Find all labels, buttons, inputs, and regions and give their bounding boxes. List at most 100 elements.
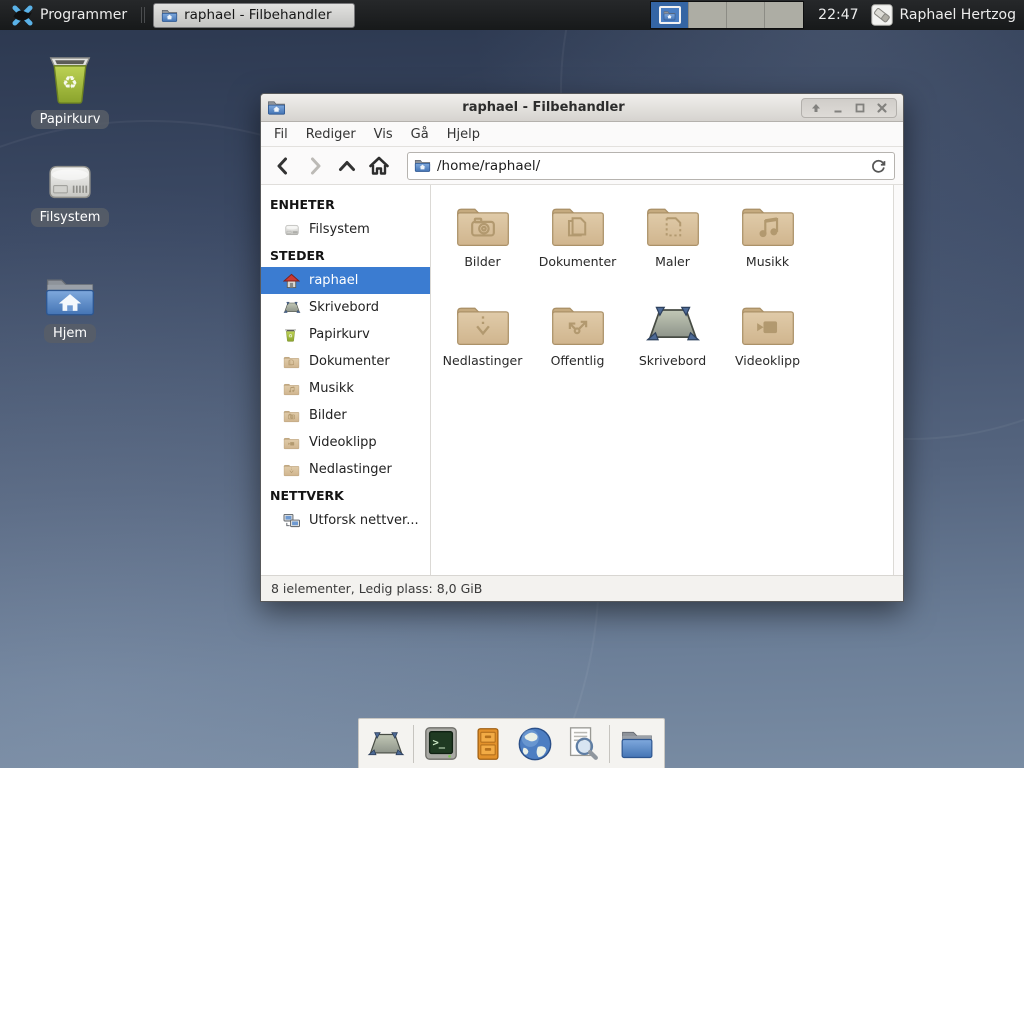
terminal-icon	[422, 725, 460, 763]
desktop-icon-label: Hjem	[44, 324, 96, 343]
file-item-bilder[interactable]: Bilder	[435, 195, 530, 294]
back-button[interactable]	[269, 152, 297, 179]
minimize-icon	[832, 102, 844, 114]
workspace-4[interactable]	[765, 2, 803, 28]
taskbar-window-label: raphael - Filbehandler	[184, 7, 331, 23]
sidebar-item-videoklipp[interactable]: Videoklipp	[261, 429, 430, 456]
file-item-label: Dokumenter	[539, 254, 617, 269]
scrollbar[interactable]	[893, 185, 903, 575]
menu-help[interactable]: Hjelp	[438, 124, 489, 145]
applications-menu-button[interactable]: Programmer	[8, 0, 131, 30]
maximize-button[interactable]	[850, 100, 870, 116]
panel-clock[interactable]: 22:47	[818, 7, 858, 23]
close-icon	[876, 102, 888, 114]
home-house-icon	[283, 273, 301, 289]
home-button[interactable]	[365, 152, 393, 179]
file-cabinet-launcher[interactable]	[468, 724, 508, 764]
reload-icon[interactable]	[869, 156, 888, 175]
file-item-label: Musikk	[746, 254, 789, 269]
folder-icon	[283, 435, 301, 451]
menu-go[interactable]: Gå	[402, 124, 438, 145]
sidebar-item-nedlastinger[interactable]: Nedlastinger	[261, 456, 430, 483]
panel-grip-handle[interactable]	[141, 7, 147, 23]
dock-separator	[609, 725, 610, 763]
dock	[358, 718, 665, 768]
workspace-2[interactable]	[689, 2, 727, 28]
sidebar-item-dokumenter[interactable]: Dokumenter	[261, 348, 430, 375]
home-icon	[367, 154, 391, 178]
file-manager-window: raphael - Filbehandler Fil Rediger Vis G…	[260, 93, 904, 602]
workspace-switcher	[650, 1, 804, 29]
sidebar-item-musikk[interactable]: Musikk	[261, 375, 430, 402]
file-manager-launcher[interactable]	[617, 724, 657, 764]
sidebar-section-network: NETTVERK	[261, 483, 430, 507]
up-button[interactable]	[333, 152, 361, 179]
back-icon	[271, 154, 295, 178]
user-actions-button[interactable]: Raphael Hertzog	[871, 4, 1016, 26]
location-path[interactable]: /home/raphael/	[437, 158, 863, 174]
folder-icon	[618, 726, 656, 762]
sidebar-item-filesystem[interactable]: Filsystem	[261, 216, 430, 243]
sidebar-item-label: Musikk	[309, 381, 354, 396]
folder-icon	[283, 354, 301, 370]
application-finder-launcher[interactable]	[562, 724, 602, 764]
workspace-1[interactable]	[651, 2, 689, 28]
sidebar-item-label: Papirkurv	[309, 327, 370, 342]
file-item-label: Offentlig	[551, 353, 605, 368]
sidebar-item-bilder[interactable]: Bilder	[261, 402, 430, 429]
close-button[interactable]	[872, 100, 892, 116]
sidebar-item-label: Bilder	[309, 408, 347, 423]
desktop-icon	[644, 300, 702, 348]
terminal-launcher[interactable]	[421, 724, 461, 764]
harddrive-icon	[41, 160, 99, 204]
desktop-icon-trash[interactable]: Papirkurv	[18, 52, 122, 129]
minimize-button[interactable]	[828, 100, 848, 116]
network-icon	[283, 513, 301, 529]
location-bar[interactable]: /home/raphael/	[407, 152, 895, 180]
applications-menu-label: Programmer	[40, 7, 127, 23]
folder-icon	[267, 99, 286, 116]
taskbar-window-button[interactable]: raphael - Filbehandler	[153, 3, 355, 28]
window-titlebar[interactable]: raphael - Filbehandler	[261, 94, 903, 122]
folder-icon	[283, 381, 301, 397]
sidebar-item-network-browse[interactable]: Utforsk nettver...	[261, 507, 430, 534]
file-item-dokumenter[interactable]: Dokumenter	[530, 195, 625, 294]
sidebar-item-raphael[interactable]: raphael	[261, 267, 430, 294]
sidebar-item-label: Utforsk nettver...	[309, 513, 419, 528]
file-item-label: Videoklipp	[735, 353, 800, 368]
shade-button[interactable]	[806, 100, 826, 116]
file-item-offentlig[interactable]: Offentlig	[530, 294, 625, 393]
top-panel: Programmer raphael - Filbehandler 22:47 …	[0, 0, 1024, 30]
search-document-icon	[563, 725, 601, 763]
status-text: 8 ielementer, Ledig plass: 8,0 GiB	[271, 581, 482, 596]
desktop-icon-filesystem[interactable]: Filsystem	[18, 160, 122, 227]
sidebar-item-papirkurv[interactable]: Papirkurv	[261, 321, 430, 348]
show-desktop-button[interactable]	[366, 724, 406, 764]
sidebar-item-label: Dokumenter	[309, 354, 390, 369]
toolbar: /home/raphael/	[261, 147, 903, 185]
sidebar-item-label: Filsystem	[309, 222, 370, 237]
desktop-icon	[283, 300, 301, 316]
desktop-icon-label: Filsystem	[31, 208, 110, 227]
username-label: Raphael Hertzog	[900, 7, 1016, 23]
folder-icon	[663, 10, 676, 21]
desktop-icon-label: Papirkurv	[31, 110, 110, 129]
menu-view[interactable]: Vis	[365, 124, 402, 145]
workspace-3[interactable]	[727, 2, 765, 28]
menu-file[interactable]: Fil	[265, 124, 297, 145]
forward-button[interactable]	[301, 152, 329, 179]
file-item-musikk[interactable]: Musikk	[720, 195, 815, 294]
file-item-skrivebord[interactable]: Skrivebord	[625, 294, 720, 393]
globe-icon	[516, 725, 554, 763]
file-view[interactable]: Bilder Dokumenter Maler Musikk Nedlastin…	[431, 185, 893, 575]
web-browser-launcher[interactable]	[515, 724, 555, 764]
sidebar-item-skrivebord[interactable]: Skrivebord	[261, 294, 430, 321]
menu-edit[interactable]: Rediger	[297, 124, 365, 145]
folder-documents-icon	[549, 201, 607, 249]
folder-icon	[414, 158, 431, 173]
file-item-nedlastinger[interactable]: Nedlastinger	[435, 294, 530, 393]
file-item-maler[interactable]: Maler	[625, 195, 720, 294]
desktop-icon-home[interactable]: Hjem	[18, 272, 122, 343]
places-sidebar: ENHETER Filsystem STEDER raphael Skriveb…	[261, 185, 431, 575]
file-item-videoklipp[interactable]: Videoklipp	[720, 294, 815, 393]
